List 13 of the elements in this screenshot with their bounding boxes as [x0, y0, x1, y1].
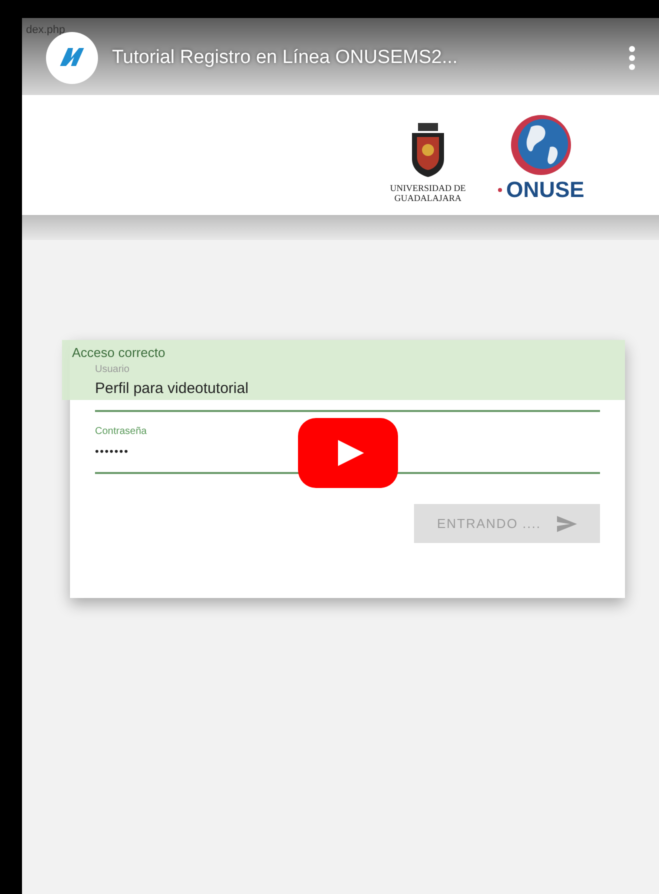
university-name: GUADALAJARA — [394, 193, 462, 203]
brand-name: ONUSE — [506, 177, 584, 203]
crest-icon — [410, 123, 446, 179]
send-icon — [557, 516, 577, 532]
url-text: dex.php — [26, 24, 66, 36]
field-label: Usuario — [95, 364, 130, 376]
dot-icon — [498, 188, 502, 192]
alert-message: Acceso correcto — [72, 346, 166, 360]
play-button-icon[interactable] — [298, 418, 398, 488]
field-label: Contraseña — [95, 426, 148, 438]
more-options-icon[interactable] — [628, 45, 636, 71]
username-field[interactable]: Perfil para videotutorial — [95, 376, 600, 412]
university-name: UNIVERSIDAD DE — [390, 183, 466, 193]
